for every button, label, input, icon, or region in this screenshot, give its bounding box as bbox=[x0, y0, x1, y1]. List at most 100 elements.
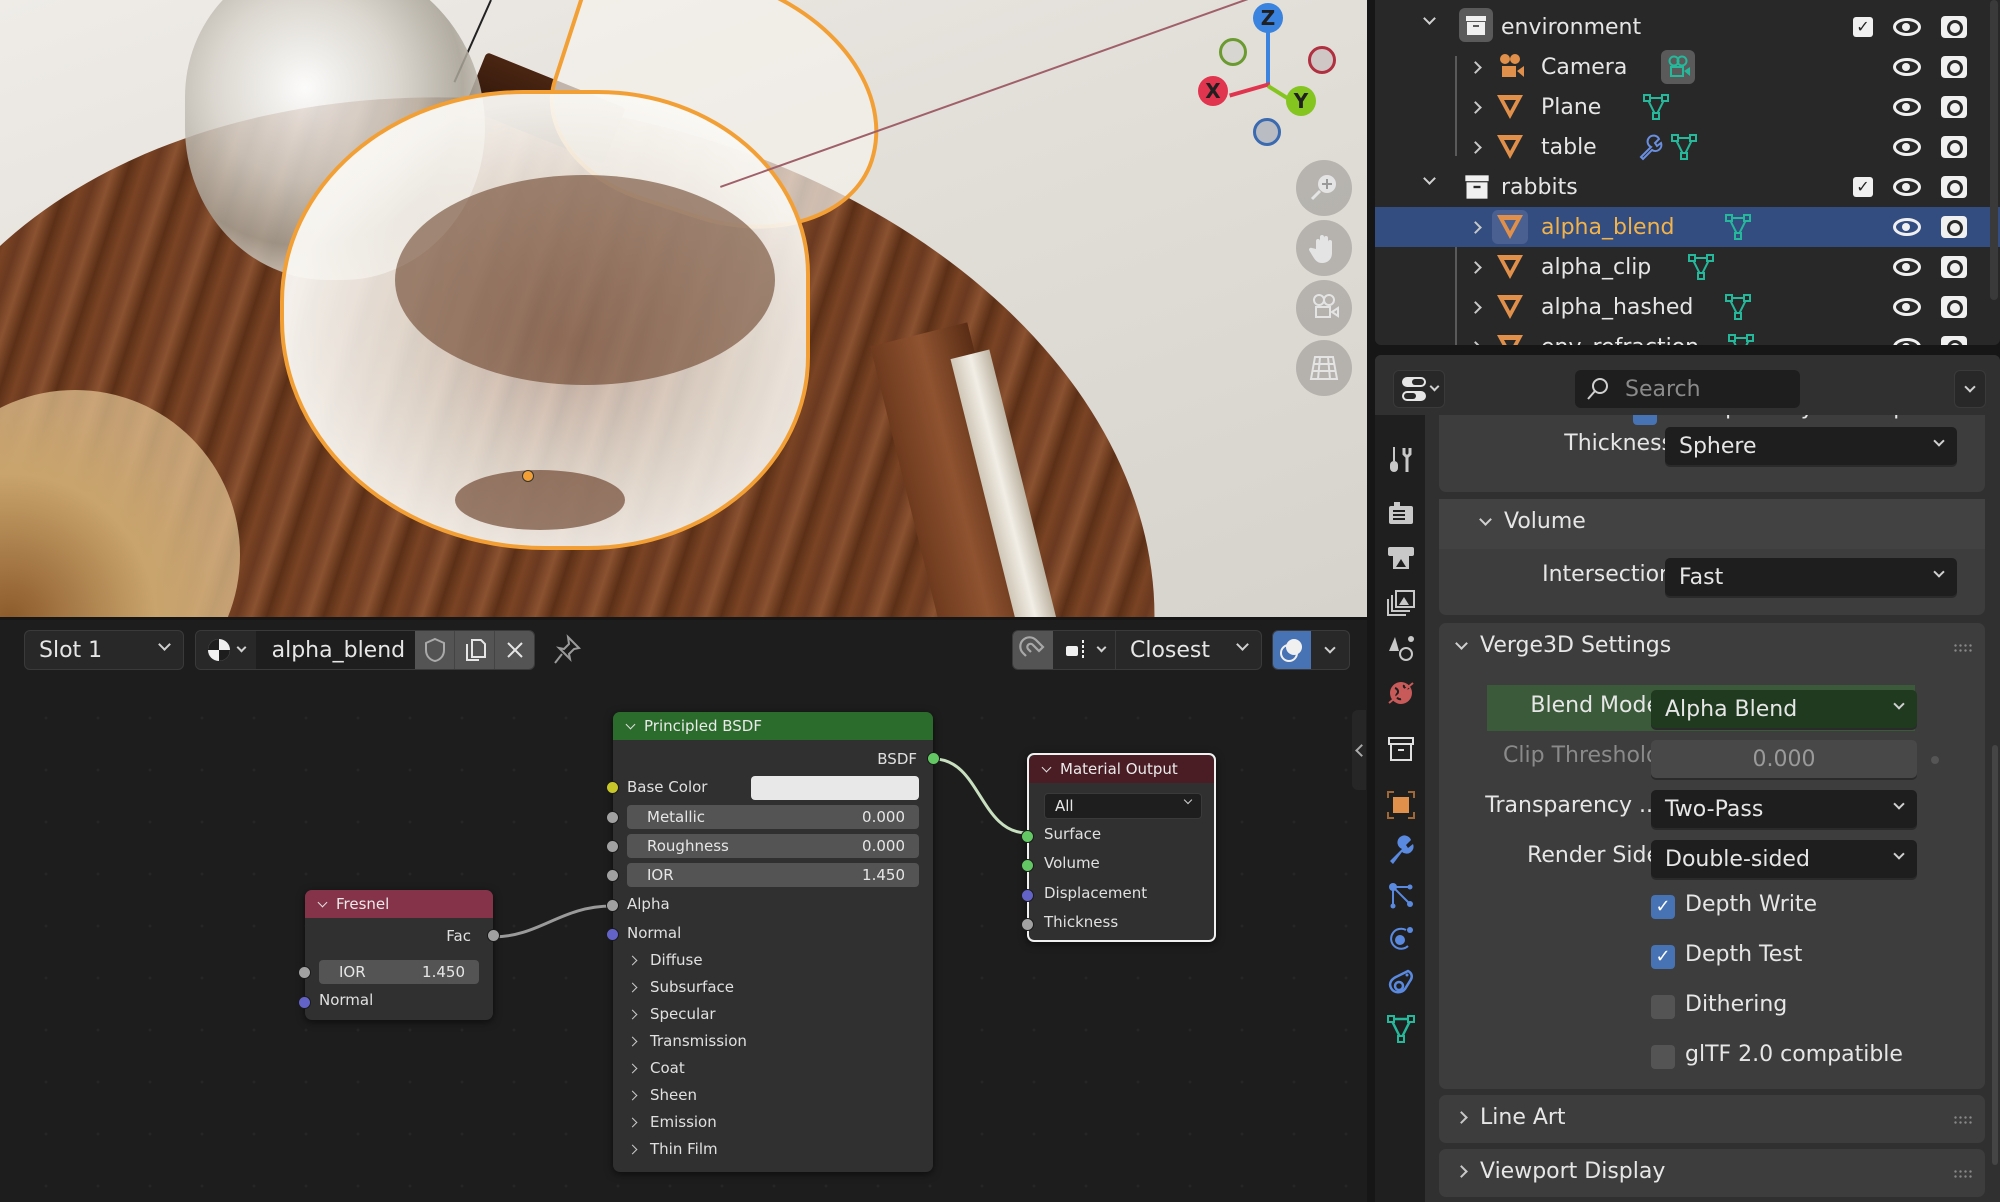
tab-view-layer[interactable] bbox=[1385, 587, 1417, 619]
fresnel-ior-socket[interactable] bbox=[298, 966, 311, 979]
base-color-swatch[interactable] bbox=[751, 776, 919, 800]
properties-content[interactable]: Transparency Overlap Thickness Sphere Vo… bbox=[1425, 415, 2000, 1202]
transparency-overlap-checkbox[interactable] bbox=[1633, 415, 1657, 425]
ior-field[interactable]: IOR 1.450 bbox=[627, 863, 919, 887]
metallic-field[interactable]: Metallic 0.000 bbox=[627, 805, 919, 829]
tab-output[interactable] bbox=[1385, 542, 1417, 574]
tab-scene[interactable] bbox=[1385, 632, 1417, 664]
outliner-row-alpha-clip[interactable]: alpha_clip bbox=[1375, 247, 1987, 287]
gizmo-x-button[interactable]: X bbox=[1198, 76, 1228, 106]
normal-socket[interactable] bbox=[606, 928, 619, 941]
eye-icon[interactable] bbox=[1893, 258, 1921, 276]
depth-write-checkbox[interactable]: ✓ bbox=[1651, 895, 1675, 919]
outliner-row-env-refraction[interactable]: env_refraction bbox=[1375, 327, 1987, 345]
expand-chevron-icon[interactable] bbox=[1423, 172, 1436, 185]
thickness-socket[interactable] bbox=[1021, 918, 1034, 931]
properties-search-input[interactable]: Search bbox=[1575, 370, 1800, 408]
render-camera-icon[interactable] bbox=[1941, 336, 1967, 345]
material-output-header[interactable]: Material Output bbox=[1029, 755, 1214, 783]
3d-viewport[interactable]: Z X Y bbox=[0, 0, 1367, 617]
pan-button[interactable] bbox=[1296, 220, 1352, 276]
verge3d-panel-header[interactable]: Verge3D Settings bbox=[1439, 623, 1985, 671]
mesh-data-icon[interactable] bbox=[1725, 294, 1751, 320]
viewport-display-panel[interactable]: Viewport Display bbox=[1439, 1149, 1985, 1197]
tab-render[interactable] bbox=[1385, 497, 1417, 529]
tab-object[interactable] bbox=[1385, 789, 1417, 821]
ior-socket[interactable] bbox=[606, 869, 619, 882]
render-camera-icon[interactable] bbox=[1941, 136, 1967, 158]
intersection-dropdown[interactable]: Fast bbox=[1665, 558, 1957, 596]
mesh-data-icon[interactable] bbox=[1725, 214, 1751, 240]
metallic-socket[interactable] bbox=[606, 811, 619, 824]
principled-bsdf-node[interactable]: Principled BSDF BSDF Base Color Metallic… bbox=[606, 712, 940, 1172]
eye-icon[interactable] bbox=[1893, 18, 1921, 36]
render-camera-icon[interactable] bbox=[1941, 56, 1967, 78]
camera-data-icon[interactable] bbox=[1661, 50, 1695, 84]
depth-test-checkbox[interactable]: ✓ bbox=[1651, 945, 1675, 969]
fresnel-node[interactable]: Fresnel Fac IOR 1.450 Normal bbox=[298, 890, 500, 1020]
gizmo-neg-x-button[interactable] bbox=[1308, 46, 1336, 74]
expand-chevron-icon[interactable] bbox=[1469, 260, 1482, 274]
subpanel-diffuse[interactable]: Diffuse bbox=[627, 951, 703, 969]
gizmo-z-button[interactable]: Z bbox=[1253, 3, 1283, 33]
subpanel-sheen[interactable]: Sheen bbox=[627, 1086, 697, 1104]
bsdf-output-socket[interactable] bbox=[927, 752, 940, 765]
tab-constraints[interactable] bbox=[1385, 967, 1417, 999]
tab-physics[interactable] bbox=[1385, 923, 1417, 955]
zoom-button[interactable] bbox=[1296, 160, 1352, 216]
expand-chevron-icon[interactable] bbox=[1469, 300, 1482, 314]
fresnel-normal-socket[interactable] bbox=[298, 996, 311, 1009]
shader-node-editor[interactable]: Slot 1 alpha_blend Closest Fresnel Fac I… bbox=[0, 620, 1368, 1202]
surface-socket[interactable] bbox=[1021, 830, 1034, 843]
volume-panel-header[interactable]: Volume bbox=[1439, 499, 1985, 549]
subpanel-emission[interactable]: Emission bbox=[627, 1113, 717, 1131]
outliner-row-alpha-blend[interactable]: alpha_blend bbox=[1375, 207, 2000, 247]
subpanel-transmission[interactable]: Transmission bbox=[627, 1032, 747, 1050]
eye-icon[interactable] bbox=[1893, 58, 1921, 76]
wrench-modifier-icon[interactable] bbox=[1637, 133, 1663, 161]
eye-icon[interactable] bbox=[1893, 178, 1921, 196]
fresnel-fac-socket[interactable] bbox=[487, 929, 500, 942]
eye-icon[interactable] bbox=[1893, 218, 1921, 236]
line-art-panel[interactable]: Line Art bbox=[1439, 1095, 1985, 1143]
expand-chevron-icon[interactable] bbox=[1469, 60, 1482, 74]
mesh-data-icon[interactable] bbox=[1688, 254, 1714, 280]
alpha-socket[interactable] bbox=[606, 899, 619, 912]
subpanel-thin-film[interactable]: Thin Film bbox=[627, 1140, 718, 1158]
tab-tool[interactable] bbox=[1385, 443, 1417, 475]
principled-bsdf-header[interactable]: Principled BSDF bbox=[613, 712, 933, 740]
volume-socket[interactable] bbox=[1021, 859, 1034, 872]
displacement-socket[interactable] bbox=[1021, 889, 1034, 902]
properties-editor[interactable]: Search Transparency Overlap Thickness Sp… bbox=[1375, 355, 2000, 1202]
render-camera-icon[interactable] bbox=[1941, 216, 1967, 238]
tab-collection[interactable] bbox=[1385, 733, 1417, 765]
mesh-data-icon[interactable] bbox=[1728, 334, 1754, 345]
subpanel-subsurface[interactable]: Subsurface bbox=[627, 978, 734, 996]
eye-icon[interactable] bbox=[1893, 98, 1921, 116]
roughness-socket[interactable] bbox=[606, 840, 619, 853]
mesh-data-icon[interactable] bbox=[1671, 134, 1697, 160]
render-camera-icon[interactable] bbox=[1941, 176, 1967, 198]
subpanel-specular[interactable]: Specular bbox=[627, 1005, 716, 1023]
output-target-dropdown[interactable]: All bbox=[1044, 793, 1202, 819]
render-camera-icon[interactable] bbox=[1941, 256, 1967, 278]
outliner-row-table[interactable]: table bbox=[1375, 127, 1987, 167]
drag-handle-icon[interactable] bbox=[1953, 1115, 1973, 1125]
expand-chevron-icon[interactable] bbox=[1469, 100, 1482, 114]
clip-threshold-field[interactable]: 0.000 bbox=[1651, 740, 1917, 778]
thickness-dropdown[interactable]: Sphere bbox=[1665, 427, 1957, 465]
tab-particles[interactable] bbox=[1385, 879, 1417, 911]
fresnel-ior-field[interactable]: IOR 1.450 bbox=[319, 960, 479, 984]
expand-chevron-icon[interactable] bbox=[1469, 340, 1482, 345]
subpanel-coat[interactable]: Coat bbox=[627, 1059, 685, 1077]
gizmo-neg-z-button[interactable] bbox=[1253, 118, 1281, 146]
mesh-data-icon[interactable] bbox=[1643, 94, 1669, 120]
expand-chevron-icon[interactable] bbox=[1423, 12, 1436, 25]
outliner-row-environment[interactable]: environment ✓ bbox=[1375, 7, 1987, 47]
properties-scrollbar[interactable] bbox=[1992, 745, 1998, 1165]
render-camera-icon[interactable] bbox=[1941, 96, 1967, 118]
fresnel-node-header[interactable]: Fresnel bbox=[305, 890, 493, 918]
dithering-checkbox[interactable] bbox=[1651, 995, 1675, 1019]
exclude-checkbox[interactable]: ✓ bbox=[1853, 17, 1873, 37]
render-camera-icon[interactable] bbox=[1941, 16, 1967, 38]
